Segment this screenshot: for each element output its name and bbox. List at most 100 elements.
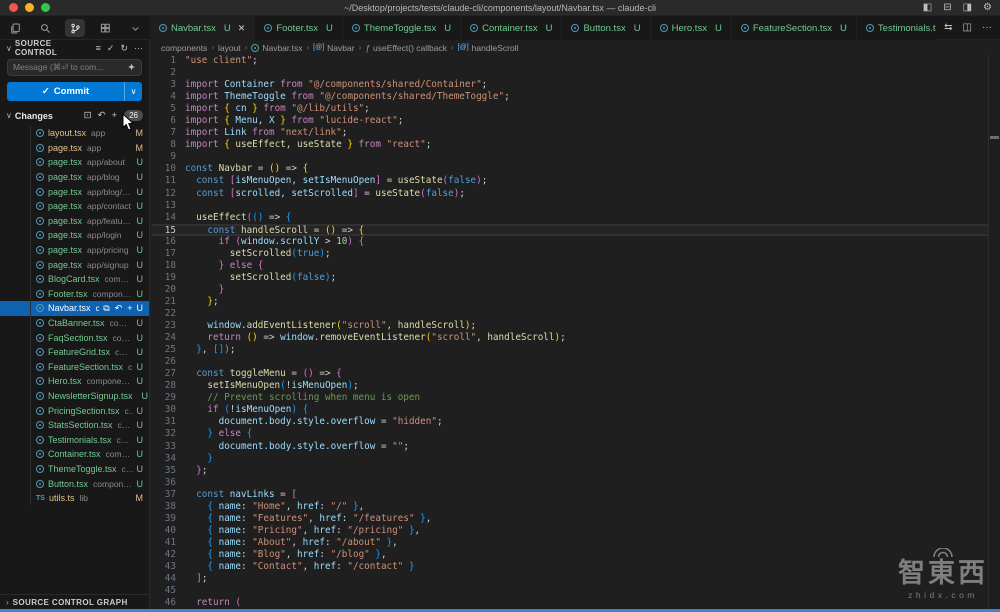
breadcrumb-label: components	[161, 43, 207, 53]
close-tab-icon[interactable]: ✕	[238, 23, 246, 34]
file-row-blogcard.tsx[interactable]: BlogCard.tsxcomponent...U	[0, 272, 149, 287]
file-path: app	[87, 143, 131, 153]
editor-scrollbar[interactable]	[988, 55, 1000, 609]
file-row-page.tsx[interactable]: page.tsxapp/loginU	[0, 228, 149, 243]
open-file-icon[interactable]: ⧉	[103, 303, 109, 314]
open-changes-icon[interactable]: ⇆	[944, 22, 952, 33]
scrollbar-marker	[990, 136, 999, 139]
breadcrumb-item[interactable]: components	[161, 43, 207, 53]
breadcrumb-item[interactable]: [@]handleScroll	[458, 43, 519, 53]
minimize-window-button[interactable]	[25, 3, 34, 12]
more-actions-icon[interactable]: ···	[982, 22, 992, 33]
maximize-window-button[interactable]	[41, 3, 50, 12]
file-row-page.tsx[interactable]: page.tsxapp/blogU	[0, 170, 149, 185]
close-window-button[interactable]	[9, 3, 18, 12]
split-editor-icon[interactable]: ◫	[963, 22, 972, 33]
tab-hero-tsx[interactable]: Hero.tsxU	[651, 16, 732, 40]
file-row-page.tsx[interactable]: page.tsxapp/featuresU	[0, 214, 149, 229]
refresh-icon[interactable]: ↻	[120, 43, 128, 54]
file-row-container.tsx[interactable]: Container.tsxcomponent...U	[0, 447, 149, 462]
discard-changes-icon[interactable]: ↶	[115, 303, 123, 314]
discard-all-icon[interactable]: ↶	[98, 110, 106, 121]
more-actions-icon[interactable]: ···	[134, 43, 143, 53]
commit-button[interactable]: ✓ Commit ∨	[7, 82, 142, 101]
commit-dropdown-button[interactable]: ∨	[125, 82, 142, 101]
chevron-right-icon: ›	[6, 598, 9, 607]
tab-themetoggle-tsx[interactable]: ThemeToggle.tsxU	[343, 16, 461, 40]
file-row-page.tsx[interactable]: page.tsxapp/contactU	[0, 199, 149, 214]
code-line-6: 6import { Menu, X } from "lucide-react";	[151, 115, 988, 127]
file-row-footer.tsx[interactable]: Footer.tsxcomponents/la...U	[0, 287, 149, 302]
stash-icon[interactable]: ⊡	[84, 110, 92, 121]
tab-testimonials-ts-[interactable]: Testimonials.ts:	[857, 16, 936, 40]
view-and-sort-icon[interactable]: ≡	[96, 43, 101, 53]
code-text: // Prevent scrolling when menu is open	[185, 392, 420, 404]
extensions-icon[interactable]	[95, 19, 115, 37]
git-status-letter: U	[137, 260, 144, 270]
line-number: 1	[151, 55, 185, 67]
commit-message-input[interactable]: Message (⌘⏎ to com...	[7, 59, 142, 76]
line-number: 13	[151, 200, 185, 212]
file-row-page.tsx[interactable]: page.tsxapp/aboutU	[0, 155, 149, 170]
search-icon[interactable]	[35, 19, 55, 37]
tab-container-tsx[interactable]: Container.tsxU	[461, 16, 562, 40]
breadcrumb-label: layout	[218, 43, 241, 53]
react-file-icon	[36, 202, 44, 210]
file-row-hero.tsx[interactable]: Hero.tsxcomponents/ma...U	[0, 374, 149, 389]
file-name: ThemeToggle.tsx	[48, 464, 117, 474]
tab-footer-tsx[interactable]: Footer.tsxU	[255, 16, 343, 40]
file-row-featuresection.tsx[interactable]: FeatureSection.tsxcom...U	[0, 360, 149, 375]
layout-sidebar-right-icon[interactable]: ◨	[963, 3, 972, 13]
stage-changes-icon[interactable]: +	[127, 303, 132, 314]
file-name: page.tsx	[48, 245, 82, 255]
file-row-page.tsx[interactable]: page.tsxapp/signupU	[0, 257, 149, 272]
file-row-newslettersignup.tsx[interactable]: NewsletterSignup.tsxc...U	[0, 389, 149, 404]
file-row-page.tsx[interactable]: page.tsxappM	[0, 141, 149, 156]
code-text: const handleScroll = () => {	[185, 225, 364, 235]
tab-label: Navbar.tsx	[171, 23, 216, 34]
line-number: 25	[151, 344, 185, 356]
line-number: 4	[151, 91, 185, 103]
file-row-statssection.tsx[interactable]: StatsSection.tsxcompo...U	[0, 418, 149, 433]
breadcrumb-separator: ›	[211, 43, 214, 52]
file-row-faqsection.tsx[interactable]: FaqSection.tsxcompone...U	[0, 330, 149, 345]
file-row-utils.ts[interactable]: TSutils.tslibM	[0, 491, 149, 506]
line-number: 12	[151, 188, 185, 200]
more-views-chevron-icon[interactable]	[125, 19, 145, 37]
file-row-page.tsx[interactable]: page.tsxapp/pricingU	[0, 243, 149, 258]
line-number: 14	[151, 212, 185, 224]
breadcrumb-item[interactable]: ƒuseEffect() callback	[365, 43, 447, 53]
react-file-icon	[264, 24, 272, 32]
settings-gear-icon[interactable]: ⚙	[983, 3, 992, 13]
react-file-icon	[36, 450, 44, 458]
file-path: comp...	[125, 406, 133, 416]
tab-navbar-tsx[interactable]: Navbar.tsxU✕	[150, 16, 255, 40]
breadcrumb-item[interactable]: Navbar.tsx	[251, 43, 302, 53]
source-control-graph-section[interactable]: › SOURCE CONTROL GRAPH	[0, 594, 149, 609]
explorer-icon[interactable]	[5, 19, 25, 37]
git-status-letter: U	[142, 391, 149, 401]
stage-all-icon[interactable]: +	[112, 110, 118, 121]
collapse-chevron-icon[interactable]: ∨	[6, 44, 12, 53]
source-control-icon[interactable]	[65, 19, 85, 37]
file-row-pricingsection.tsx[interactable]: PricingSection.tsxcomp...U	[0, 403, 149, 418]
file-row-navbar.tsx[interactable]: Navbar.tsxco...⧉↶+U	[0, 301, 149, 316]
file-row-button.tsx[interactable]: Button.tsxcomponents/uiU	[0, 476, 149, 491]
layout-panel-icon[interactable]: ⊟	[943, 3, 951, 13]
commit-check-icon[interactable]: ✓	[107, 43, 115, 54]
file-row-page.tsx[interactable]: page.tsxapp/blog/[slug]U	[0, 184, 149, 199]
layout-sidebar-left-icon[interactable]: ◧	[923, 3, 932, 13]
tab-git-status: U	[840, 23, 847, 34]
sparkle-copilot-icon[interactable]	[127, 59, 136, 77]
file-row-themetoggle.tsx[interactable]: ThemeToggle.tsxcompo...U	[0, 462, 149, 477]
file-row-testimonials.tsx[interactable]: Testimonials.tsxcompon...U	[0, 432, 149, 447]
breadcrumb-item[interactable]: [@]Navbar	[313, 43, 354, 53]
line-number: 34	[151, 453, 185, 465]
react-file-icon	[36, 188, 44, 196]
code-area[interactable]: 1"use client";23import Container from "@…	[151, 55, 988, 609]
tab-featuresection-tsx[interactable]: FeatureSection.tsxU	[732, 16, 857, 40]
file-row-featuregrid.tsx[interactable]: FeatureGrid.tsxcompon...U	[0, 345, 149, 360]
breadcrumb-item[interactable]: layout	[218, 43, 241, 53]
file-row-ctabanner.tsx[interactable]: CtaBanner.tsxcompone...U	[0, 316, 149, 331]
tab-button-tsx[interactable]: Button.tsxU	[562, 16, 650, 40]
